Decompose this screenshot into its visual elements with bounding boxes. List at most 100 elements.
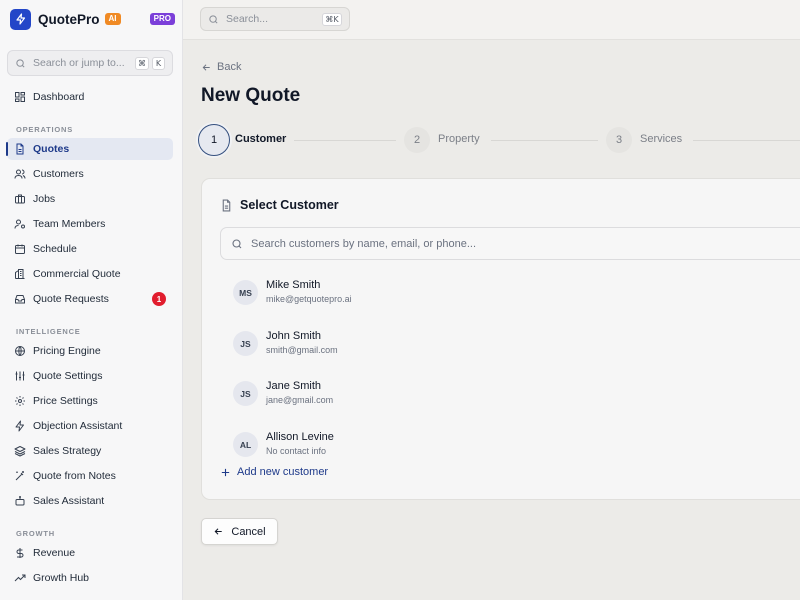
- document-icon: [222, 199, 231, 211]
- section-label-operations: OPERATIONS: [16, 125, 74, 134]
- back-link[interactable]: Back: [201, 61, 241, 73]
- sidebar-search-input[interactable]: Search or jump to... ⌘ K: [7, 50, 173, 76]
- sidebar-item-label: Quote from Notes: [33, 470, 116, 482]
- sidebar-item-label: Jobs: [33, 193, 56, 205]
- customer-list-item[interactable]: JS John Smith smith@gmail.com: [233, 330, 633, 358]
- avatar: JS: [233, 381, 258, 406]
- calendar-icon: [15, 244, 25, 254]
- sidebar-item-label: Customers: [33, 168, 84, 180]
- plus-icon: [221, 468, 230, 476]
- select-customer-card: Select Customer Search customers by name…: [201, 178, 800, 500]
- sidebar-item-revenue[interactable]: Revenue: [7, 542, 173, 564]
- sidebar-item-label: Team Members: [33, 218, 106, 230]
- building-icon: [15, 269, 25, 279]
- dollar-icon: [16, 548, 24, 558]
- search-icon: [209, 14, 218, 24]
- sidebar-item-sales-assistant[interactable]: Sales Assistant: [7, 490, 173, 512]
- avatar: MS: [233, 280, 258, 305]
- sidebar-item-label: Commercial Quote: [33, 268, 121, 280]
- lightning-icon: [15, 420, 24, 432]
- inbox-icon: [15, 295, 25, 304]
- step-2-label: Property: [438, 133, 480, 145]
- customer-name: Jane Smith: [266, 380, 322, 392]
- sidebar-item-price-settings[interactable]: Price Settings: [7, 390, 173, 412]
- sidebar-item-quote-requests[interactable]: Quote Requests 1: [7, 288, 173, 310]
- trending-up-icon: [14, 574, 26, 582]
- sidebar-item-commercial-quote[interactable]: Commercial Quote: [7, 263, 173, 285]
- sidebar-item-dashboard[interactable]: Dashboard: [7, 86, 173, 108]
- sidebar-item-label: Pricing Engine: [33, 345, 101, 357]
- step-2-indicator[interactable]: 2: [404, 127, 430, 153]
- step-connector: [491, 140, 598, 141]
- sidebar-item-quote-from-notes[interactable]: Quote from Notes: [7, 465, 173, 487]
- sidebar-item-schedule[interactable]: Schedule: [7, 238, 173, 260]
- customer-name: Mike Smith: [266, 279, 321, 291]
- ai-badge: AI: [104, 13, 121, 25]
- customer-email: jane@gmail.com: [266, 395, 334, 405]
- layers-icon: [14, 446, 26, 457]
- app-name: QuotePro: [38, 11, 100, 27]
- customer-list-item[interactable]: JS Jane Smith jane@gmail.com: [233, 380, 633, 408]
- cancel-label: Cancel: [231, 525, 266, 538]
- briefcase-icon: [15, 194, 25, 204]
- customer-search-placeholder: Search customers by name, email, or phon…: [251, 237, 476, 250]
- global-search-input[interactable]: Search... ⌘K: [200, 7, 350, 31]
- sidebar-item-label: Schedule: [33, 243, 77, 255]
- sidebar-item-objection-assistant[interactable]: Objection Assistant: [7, 415, 173, 437]
- step-1-label: Customer: [235, 133, 287, 145]
- globe-icon: [15, 346, 25, 356]
- sidebar-item-label: Price Settings: [33, 395, 98, 407]
- sidebar-item-label: Growth Hub: [33, 572, 90, 584]
- customer-email: mike@getquotepro.ai: [266, 294, 352, 304]
- sidebar-item-jobs[interactable]: Jobs: [7, 188, 173, 210]
- sidebar-item-quotes[interactable]: Quotes: [6, 138, 173, 160]
- magic-wand-icon: [15, 471, 24, 481]
- customer-list-item[interactable]: MS Mike Smith mike@getquotepro.ai: [233, 279, 633, 307]
- cancel-button[interactable]: Cancel: [201, 518, 278, 545]
- sidebar-search-placeholder: Search or jump to...: [33, 57, 125, 69]
- card-title: Select Customer: [240, 198, 339, 212]
- sidebar-item-label: Quote Requests: [33, 293, 109, 305]
- sidebar-item-sales-strategy[interactable]: Sales Strategy: [7, 440, 173, 462]
- sidebar-item-growth-hub[interactable]: Growth Hub: [7, 567, 173, 589]
- brand[interactable]: QuotePro AI PRO: [10, 8, 175, 30]
- sidebar-item-label: Sales Strategy: [33, 445, 102, 457]
- step-1-indicator[interactable]: 1: [198, 124, 230, 156]
- card-header: Select Customer: [220, 198, 339, 212]
- topbar: Search... ⌘K: [183, 0, 800, 40]
- shortcut-key-cmd: ⌘: [135, 56, 149, 70]
- sidebar: QuotePro AI PRO Search or jump to... ⌘ K…: [0, 0, 183, 600]
- section-label-intelligence: INTELLIGENCE: [16, 327, 81, 336]
- sidebar-item-pricing-engine[interactable]: Pricing Engine: [7, 340, 173, 362]
- sidebar-item-label: Quotes: [33, 143, 70, 155]
- add-new-customer-button[interactable]: Add new customer: [220, 466, 328, 478]
- step-connector: [693, 140, 800, 141]
- customer-name: John Smith: [266, 330, 322, 342]
- pro-badge: PRO: [149, 13, 175, 25]
- bot-icon: [15, 496, 25, 506]
- sidebar-item-customers[interactable]: Customers: [7, 163, 173, 185]
- sidebar-item-quote-settings[interactable]: Quote Settings: [7, 365, 173, 387]
- page-title: New Quote: [201, 85, 301, 106]
- customer-email: smith@gmail.com: [266, 345, 338, 355]
- customer-search-input[interactable]: Search customers by name, email, or phon…: [220, 227, 800, 260]
- sidebar-item-label: Quote Settings: [33, 370, 103, 382]
- global-search-placeholder: Search...: [226, 13, 269, 25]
- search-icon: [232, 238, 242, 248]
- gear-icon: [15, 396, 25, 406]
- dashboard-icon: [15, 92, 25, 102]
- lightning-logo-icon: [10, 8, 31, 30]
- search-icon: [16, 58, 25, 68]
- customer-name: Allison Levine: [266, 431, 334, 443]
- step-3-label: Services: [640, 133, 683, 145]
- sidebar-item-label: Revenue: [33, 547, 76, 559]
- back-label: Back: [217, 61, 242, 73]
- sidebar-item-team-members[interactable]: Team Members: [7, 213, 173, 235]
- notification-count-badge: 1: [152, 292, 166, 306]
- arrow-left-icon: [214, 528, 223, 535]
- file-text-icon: [16, 143, 24, 155]
- customer-contact-info: No contact info: [266, 446, 327, 456]
- avatar: AL: [233, 432, 258, 457]
- customer-list-item[interactable]: AL Allison Levine No contact info: [233, 431, 633, 459]
- step-3-indicator[interactable]: 3: [606, 127, 632, 153]
